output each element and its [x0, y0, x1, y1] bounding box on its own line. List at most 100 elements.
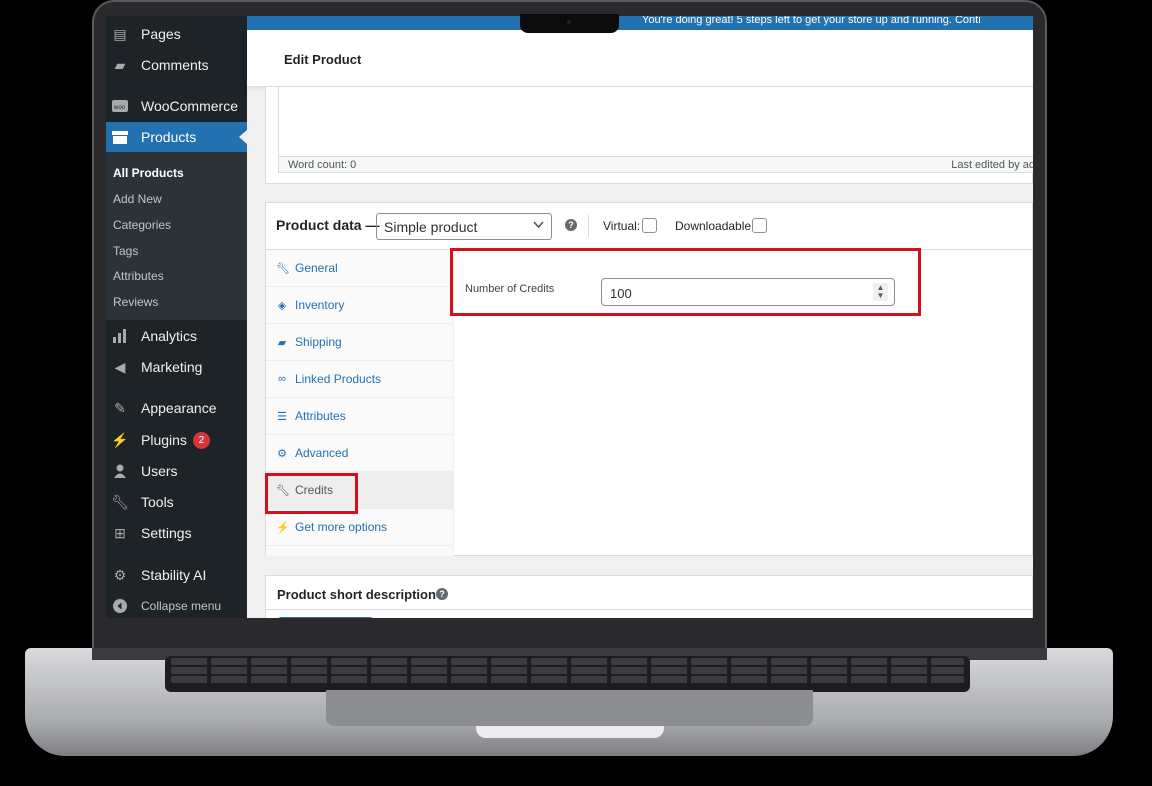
- plugins-update-badge: 2: [192, 431, 210, 449]
- link-icon: ∞: [278, 373, 286, 385]
- gear-icon: ⚙: [113, 566, 127, 583]
- short-description-title: Product short description: [277, 587, 436, 602]
- menu-item-tools[interactable]: 🔧︎ Tools: [106, 487, 247, 517]
- editor-statusbar: Word count: 0 Last edited by ad: [278, 157, 1033, 173]
- menu-label: Stability AI: [141, 567, 207, 583]
- short-description-panel: Product short description ?: [265, 575, 1033, 618]
- tab-attributes[interactable]: ☰ Attributes: [266, 398, 454, 435]
- setup-notice-text: You're doing great! 5 steps left to get …: [642, 16, 981, 26]
- analytics-icon: [112, 328, 128, 344]
- marketing-icon: ◀: [114, 358, 126, 375]
- screen: ▤ Pages ▰ Comments woo WooCommerce Produ…: [106, 16, 1033, 618]
- menu-label: Products: [141, 129, 197, 145]
- virtual-label: Virtual:: [603, 219, 641, 233]
- menu-item-analytics[interactable]: Analytics: [106, 321, 247, 351]
- menu-item-appearance[interactable]: ✎ Appearance: [106, 393, 247, 423]
- menu-label: Marketing: [141, 359, 203, 375]
- camera-notch: [520, 14, 619, 33]
- plug-icon: ⚡: [276, 521, 290, 534]
- menu-item-settings[interactable]: ⊞ Settings: [106, 518, 247, 548]
- page-header: Edit Product: [247, 30, 1033, 86]
- admin-sidebar: ▤ Pages ▰ Comments woo WooCommerce Produ…: [106, 16, 247, 618]
- users-icon: [112, 463, 128, 479]
- tab-label: General: [295, 261, 338, 275]
- plugins-icon: ⚡: [111, 431, 129, 448]
- svg-text:woo: woo: [113, 105, 126, 111]
- page-title: Edit Product: [284, 52, 362, 67]
- collapse-menu-label: Collapse menu: [141, 599, 222, 613]
- list-icon: ☰: [277, 410, 287, 423]
- tab-label: Inventory: [295, 298, 345, 312]
- downloadable-label: Downloadable:: [675, 219, 755, 233]
- tab-label: Shipping: [295, 335, 342, 349]
- menu-item-stability-ai[interactable]: ⚙ Stability AI: [106, 560, 247, 590]
- truck-icon: ▰: [277, 336, 287, 349]
- chevron-down-icon: [533, 219, 544, 233]
- tab-label: Linked Products: [295, 372, 382, 386]
- add-media-button[interactable]: [278, 617, 373, 618]
- tag-icon: ◈: [277, 299, 287, 312]
- menu-label: Settings: [141, 525, 192, 541]
- word-count: Word count: 0: [288, 159, 357, 171]
- laptop-mockup: ▤ Pages ▰ Comments woo WooCommerce Produ…: [0, 0, 1152, 786]
- virtual-checkbox[interactable]: [642, 218, 657, 233]
- credits-field-highlight: [450, 248, 921, 316]
- downloadable-checkbox[interactable]: [752, 218, 767, 233]
- menu-item-products[interactable]: Products: [106, 122, 247, 152]
- header-divider: [588, 215, 589, 237]
- menu-item-comments[interactable]: ▰ Comments: [106, 50, 247, 80]
- submenu-all-products[interactable]: All Products: [113, 166, 184, 180]
- product-type-select[interactable]: Simple product: [376, 213, 552, 240]
- tab-advanced[interactable]: ⚙ Advanced: [266, 435, 454, 472]
- tab-inventory[interactable]: ◈ Inventory: [266, 287, 454, 324]
- tab-label: Get more options: [295, 520, 388, 534]
- laptop-front-notch: [476, 726, 664, 738]
- collapse-menu-button[interactable]: Collapse menu: [106, 591, 247, 618]
- editor-textarea[interactable]: [278, 87, 1033, 157]
- menu-label: Appearance: [141, 400, 217, 416]
- menu-item-users[interactable]: Users: [106, 456, 247, 486]
- menu-label: WooCommerce: [141, 98, 238, 114]
- tab-general[interactable]: 🔧︎ General: [266, 250, 454, 287]
- help-icon[interactable]: ?: [436, 588, 448, 600]
- tab-label: Advanced: [295, 446, 349, 460]
- collapse-arrow-icon: [112, 598, 128, 614]
- tab-label: Attributes: [295, 409, 346, 423]
- submenu-tags[interactable]: Tags: [113, 244, 138, 258]
- menu-label: Tools: [141, 494, 174, 510]
- pages-icon: ▤: [113, 25, 127, 42]
- credits-tab-highlight: [265, 473, 358, 514]
- menu-item-marketing[interactable]: ◀ Marketing: [106, 352, 247, 382]
- tools-icon: 🔧︎: [111, 493, 129, 510]
- product-data-title: Product data —: [276, 217, 380, 233]
- menu-label: Users: [141, 463, 178, 479]
- products-submenu: All Products Add New Categories Tags Att…: [106, 152, 247, 320]
- description-editor: Word count: 0 Last edited by ad: [265, 86, 1033, 184]
- tab-shipping[interactable]: ▰ Shipping: [266, 324, 454, 361]
- setup-notice-bar[interactable]: You're doing great! 5 steps left to get …: [247, 16, 1033, 30]
- products-icon: [112, 129, 128, 145]
- submenu-reviews[interactable]: Reviews: [113, 295, 158, 309]
- menu-item-plugins[interactable]: ⚡ Plugins 2: [106, 425, 247, 455]
- settings-icon: ⊞: [114, 524, 126, 541]
- product-data-header: Product data — Simple product ? Virtual:…: [266, 203, 1033, 250]
- wrench-icon: 🔧︎: [276, 262, 290, 275]
- menu-item-pages[interactable]: ▤ Pages: [106, 19, 247, 49]
- help-icon[interactable]: ?: [565, 219, 577, 231]
- laptop-trackpad: [326, 690, 813, 726]
- comments-icon: ▰: [114, 56, 126, 73]
- tab-get-more-options[interactable]: ⚡ Get more options: [266, 509, 454, 546]
- appearance-icon: ✎: [114, 399, 126, 416]
- submenu-attributes[interactable]: Attributes: [113, 269, 164, 283]
- menu-label: Comments: [141, 57, 209, 73]
- menu-label: Pages: [141, 26, 181, 42]
- menu-label: Analytics: [141, 328, 198, 344]
- tab-linked-products[interactable]: ∞ Linked Products: [266, 361, 454, 398]
- short-description-divider: [266, 609, 1033, 610]
- product-type-value: Simple product: [384, 219, 478, 235]
- gear-icon: ⚙: [277, 447, 287, 460]
- submenu-add-new[interactable]: Add New: [113, 192, 162, 206]
- menu-item-woocommerce[interactable]: woo WooCommerce: [106, 91, 247, 121]
- last-edited: Last edited by ad: [951, 159, 1033, 171]
- submenu-categories[interactable]: Categories: [113, 218, 171, 232]
